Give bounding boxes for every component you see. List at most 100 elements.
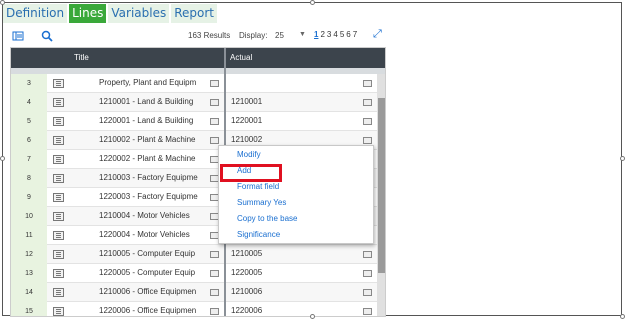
resize-handle[interactable] [0, 0, 5, 5]
title-cell[interactable]: 1220002 - Plant & Machine [99, 154, 209, 163]
page-5-link[interactable]: 5 [340, 30, 344, 39]
title-cell[interactable]: Property, Plant and Equipm [99, 78, 209, 87]
page-2-link[interactable]: 2 [320, 30, 324, 39]
display-select[interactable]: 25 [275, 31, 284, 40]
row-menu-icon[interactable] [53, 117, 64, 126]
row-number: 11 [11, 226, 47, 245]
actual-cell[interactable]: 1210001 [231, 97, 262, 106]
title-cell[interactable]: 1210002 - Plant & Machine [99, 135, 209, 144]
cell-edit-icon[interactable] [363, 308, 372, 315]
title-cell[interactable]: 1220003 - Factory Equipme [99, 192, 209, 201]
chevron-down-icon[interactable]: ▼ [299, 31, 306, 38]
page-6-link[interactable]: 6 [346, 30, 350, 39]
row-menu-icon[interactable] [53, 193, 64, 202]
title-cell[interactable]: 1220006 - Office Equipmen [99, 306, 209, 315]
context-menu: Modify Add Format field Summary Yes Copy… [218, 145, 374, 244]
table-row[interactable]: 12 1210005 - Computer Equip 1210005 [11, 245, 385, 264]
page-1-link[interactable]: 1 [314, 30, 318, 39]
column-header-actual[interactable]: Actual [230, 53, 252, 62]
table-row[interactable]: 3 Property, Plant and Equipm [11, 74, 385, 93]
cell-edit-icon[interactable] [210, 99, 219, 106]
table-row[interactable]: 13 1220005 - Computer Equip 1220005 [11, 264, 385, 283]
actual-cell[interactable]: 1210006 [231, 287, 262, 296]
menu-item-summary-yes[interactable]: Summary Yes [237, 198, 286, 207]
row-menu-icon[interactable] [53, 307, 64, 316]
cell-edit-icon[interactable] [210, 270, 219, 277]
row-number: 3 [11, 74, 47, 93]
row-number: 7 [11, 150, 47, 169]
resize-handle[interactable] [620, 156, 625, 161]
scrollbar-thumb[interactable] [378, 98, 385, 273]
display-label: Display: [239, 31, 268, 40]
cell-edit-icon[interactable] [363, 80, 372, 87]
page-3-link[interactable]: 3 [327, 30, 331, 39]
row-menu-icon[interactable] [53, 250, 64, 259]
resize-handle[interactable] [0, 156, 5, 161]
menu-item-copy-to-base[interactable]: Copy to the base [237, 214, 297, 223]
table-row[interactable]: 4 1210001 - Land & Building 1210001 [11, 93, 385, 112]
actual-cell[interactable]: 1220006 [231, 306, 262, 315]
cell-edit-icon[interactable] [363, 99, 372, 106]
title-cell[interactable]: 1210001 - Land & Building [99, 97, 209, 106]
expand-icon[interactable]: ⤢ [373, 28, 382, 41]
page-7-link[interactable]: 7 [353, 30, 357, 39]
row-menu-icon[interactable] [53, 288, 64, 297]
cell-edit-icon[interactable] [210, 137, 219, 144]
actual-cell[interactable]: 1220005 [231, 268, 262, 277]
row-menu-icon[interactable] [53, 174, 64, 183]
row-menu-icon[interactable] [53, 155, 64, 164]
tab-variables[interactable]: Variables [108, 4, 170, 23]
table-row[interactable]: 14 1210006 - Office Equipmen 1210006 [11, 283, 385, 302]
cell-edit-icon[interactable] [210, 118, 219, 125]
cell-edit-icon[interactable] [363, 118, 372, 125]
actual-cell[interactable]: 1210005 [231, 249, 262, 258]
row-number: 10 [11, 207, 47, 226]
title-cell[interactable]: 1220004 - Motor Vehicles [99, 230, 209, 239]
resize-handle[interactable] [310, 0, 315, 5]
cell-edit-icon[interactable] [210, 289, 219, 296]
cell-edit-icon[interactable] [210, 251, 219, 258]
columns-icon[interactable] [12, 30, 24, 42]
row-menu-icon[interactable] [53, 231, 64, 240]
row-number: 5 [11, 112, 47, 131]
tab-definition[interactable]: Definition [3, 4, 68, 23]
row-number: 14 [11, 283, 47, 302]
menu-item-modify[interactable]: Modify [237, 150, 261, 159]
search-icon[interactable] [41, 30, 53, 42]
title-cell[interactable]: 1210005 - Computer Equip [99, 249, 209, 258]
cell-edit-icon[interactable] [363, 270, 372, 277]
cell-edit-icon[interactable] [210, 308, 219, 315]
actual-cell[interactable]: 1220001 [231, 116, 262, 125]
column-divider[interactable] [224, 48, 226, 68]
grid-header: Title Actual [11, 48, 385, 68]
tab-report[interactable]: Report [171, 4, 217, 23]
resize-handle[interactable] [310, 314, 315, 319]
row-menu-icon[interactable] [53, 212, 64, 221]
row-menu-icon[interactable] [53, 98, 64, 107]
table-row[interactable]: 5 1220001 - Land & Building 1220001 [11, 112, 385, 131]
title-cell[interactable]: 1220005 - Computer Equip [99, 268, 209, 277]
cell-edit-icon[interactable] [363, 289, 372, 296]
resize-handle[interactable] [620, 314, 625, 319]
page-4-link[interactable]: 4 [333, 30, 337, 39]
actual-cell[interactable]: 1210002 [231, 135, 262, 144]
menu-item-significance[interactable]: Significance [237, 230, 280, 239]
title-cell[interactable]: 1210006 - Office Equipmen [99, 287, 209, 296]
row-menu-icon[interactable] [53, 79, 64, 88]
cell-edit-icon[interactable] [363, 137, 372, 144]
pagination: 1 2 3 4 5 6 7 [314, 30, 357, 39]
table-row[interactable]: 15 1220006 - Office Equipmen 1220006 [11, 302, 385, 316]
cell-edit-icon[interactable] [210, 80, 219, 87]
title-cell[interactable]: 1220001 - Land & Building [99, 116, 209, 125]
menu-item-format-field[interactable]: Format field [237, 182, 279, 191]
column-header-title[interactable]: Title [74, 53, 89, 62]
row-number: 13 [11, 264, 47, 283]
title-cell[interactable]: 1210003 - Factory Equipme [99, 173, 209, 182]
row-number: 12 [11, 245, 47, 264]
title-cell[interactable]: 1210004 - Motor Vehicles [99, 211, 209, 220]
tab-lines[interactable]: Lines [69, 4, 107, 23]
row-menu-icon[interactable] [53, 269, 64, 278]
vertical-scrollbar[interactable] [377, 74, 385, 316]
cell-edit-icon[interactable] [363, 251, 372, 258]
row-menu-icon[interactable] [53, 136, 64, 145]
